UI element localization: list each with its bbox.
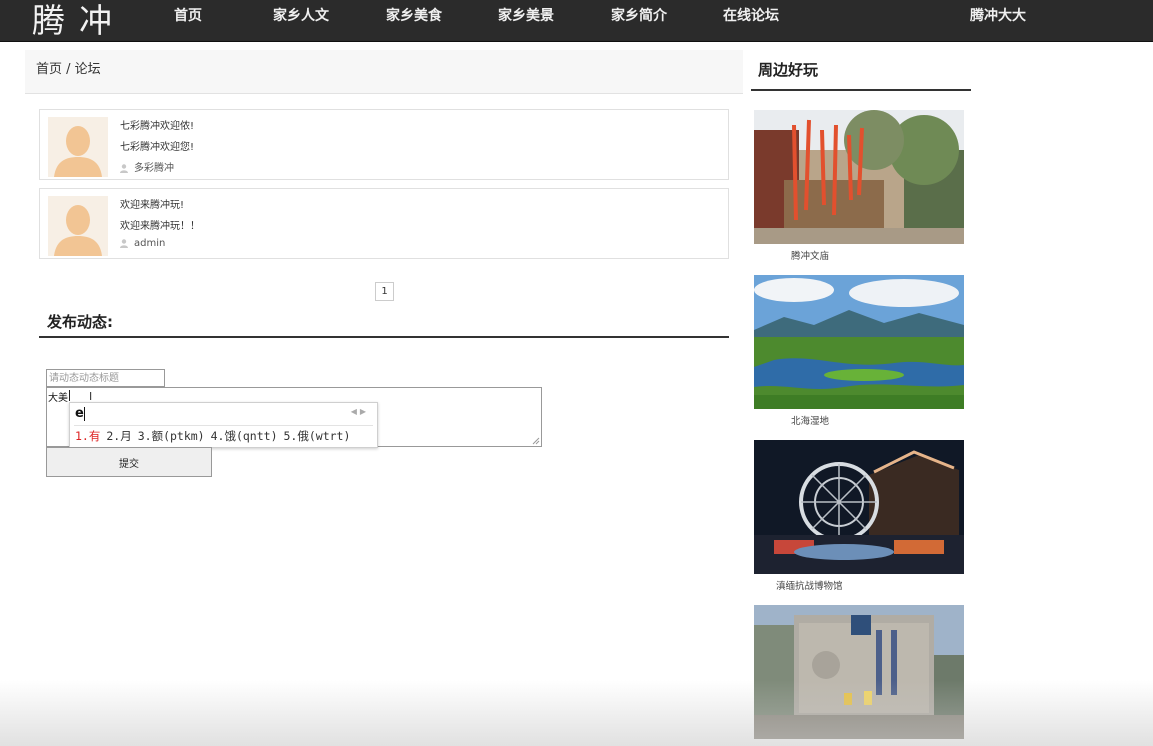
- post-author: admin: [120, 238, 165, 249]
- card-image[interactable]: [754, 110, 964, 244]
- post-author-name: 多彩腾冲: [134, 163, 174, 174]
- post-title-input[interactable]: [46, 369, 165, 387]
- breadcrumb-separator: /: [62, 62, 75, 77]
- ime-candidate[interactable]: 1.有: [75, 429, 100, 443]
- card-image[interactable]: [754, 605, 964, 739]
- sidebar-card[interactable]: [754, 605, 964, 743]
- submit-button[interactable]: 提交: [46, 447, 212, 477]
- avatar: [48, 117, 108, 177]
- ime-caret: [84, 407, 85, 421]
- resize-grip-icon[interactable]: [532, 437, 540, 445]
- pagination-page-1[interactable]: 1: [375, 282, 394, 301]
- ime-candidate[interactable]: 2.月: [106, 429, 131, 443]
- card-image[interactable]: [754, 440, 964, 574]
- divider: [39, 336, 729, 338]
- ime-candidate[interactable]: 3.额(ptkm): [138, 429, 205, 443]
- text-caret: [69, 390, 70, 401]
- user-name[interactable]: 腾冲大大: [970, 0, 1026, 32]
- bottom-fade-overlay: [0, 680, 1153, 746]
- post-body: 七彩腾冲欢迎您!: [120, 142, 195, 153]
- forum-post[interactable]: 欢迎来腾冲玩! 欢迎来腾冲玩！！ admin: [39, 188, 729, 259]
- sidebar-card[interactable]: 腾冲文庙: [754, 110, 964, 262]
- ime-candidate-popup: e ◀▶ 1.有 2.月 3.额(ptkm) 4.饿(qntt) 5.俄(wtrt): [69, 402, 378, 448]
- sidebar-card[interactable]: 滇缅抗战博物馆: [754, 440, 964, 592]
- nav-item-home[interactable]: 首页: [174, 0, 202, 32]
- post-title[interactable]: 七彩腾冲欢迎侬!: [120, 117, 194, 132]
- site-logo[interactable]: 腾冲: [32, 1, 126, 41]
- nav-item-food[interactable]: 家乡美食: [386, 0, 442, 32]
- ime-candidate[interactable]: 4.饿(qntt): [211, 429, 278, 443]
- sidebar-title: 周边好玩: [758, 61, 819, 79]
- ime-divider: [74, 425, 373, 426]
- nav-item-scenery[interactable]: 家乡美景: [498, 0, 554, 32]
- card-caption[interactable]: 滇缅抗战博物馆: [754, 578, 964, 592]
- ime-page-arrows-icon[interactable]: ◀▶: [351, 407, 369, 416]
- nav-item-culture[interactable]: 家乡人文: [273, 0, 329, 32]
- breadcrumb-current: 论坛: [74, 62, 101, 77]
- post-body: 欢迎来腾冲玩！！: [120, 221, 200, 232]
- sidebar-divider: [751, 89, 971, 91]
- ime-composition: e: [75, 406, 84, 421]
- breadcrumb-home[interactable]: 首页: [36, 62, 62, 77]
- card-caption[interactable]: 腾冲文庙: [754, 248, 964, 262]
- post-author-name: admin: [134, 238, 166, 249]
- content-text: 大美: [48, 393, 68, 404]
- card-caption[interactable]: 北海湿地: [754, 413, 964, 427]
- top-nav: 腾冲 首页 家乡人文 家乡美食 家乡美景 家乡简介 在线论坛 腾冲大大: [0, 0, 1153, 42]
- card-image[interactable]: [754, 275, 964, 409]
- nav-item-forum[interactable]: 在线论坛: [723, 0, 779, 32]
- user-icon: [120, 164, 128, 173]
- avatar: [48, 196, 108, 256]
- ime-candidates: 1.有 2.月 3.额(ptkm) 4.饿(qntt) 5.俄(wtrt): [75, 428, 356, 444]
- user-icon: [120, 239, 128, 248]
- ime-candidate[interactable]: 5.俄(wtrt): [284, 429, 351, 443]
- forum-post[interactable]: 七彩腾冲欢迎侬! 七彩腾冲欢迎您! 多彩腾冲: [39, 109, 729, 180]
- post-title[interactable]: 欢迎来腾冲玩!: [120, 196, 184, 211]
- compose-heading: 发布动态:: [47, 313, 113, 331]
- post-author: 多彩腾冲: [120, 159, 174, 174]
- breadcrumb: 首页 / 论坛: [25, 50, 743, 94]
- sidebar-card[interactable]: 北海湿地: [754, 275, 964, 427]
- nav-item-intro[interactable]: 家乡简介: [611, 0, 667, 32]
